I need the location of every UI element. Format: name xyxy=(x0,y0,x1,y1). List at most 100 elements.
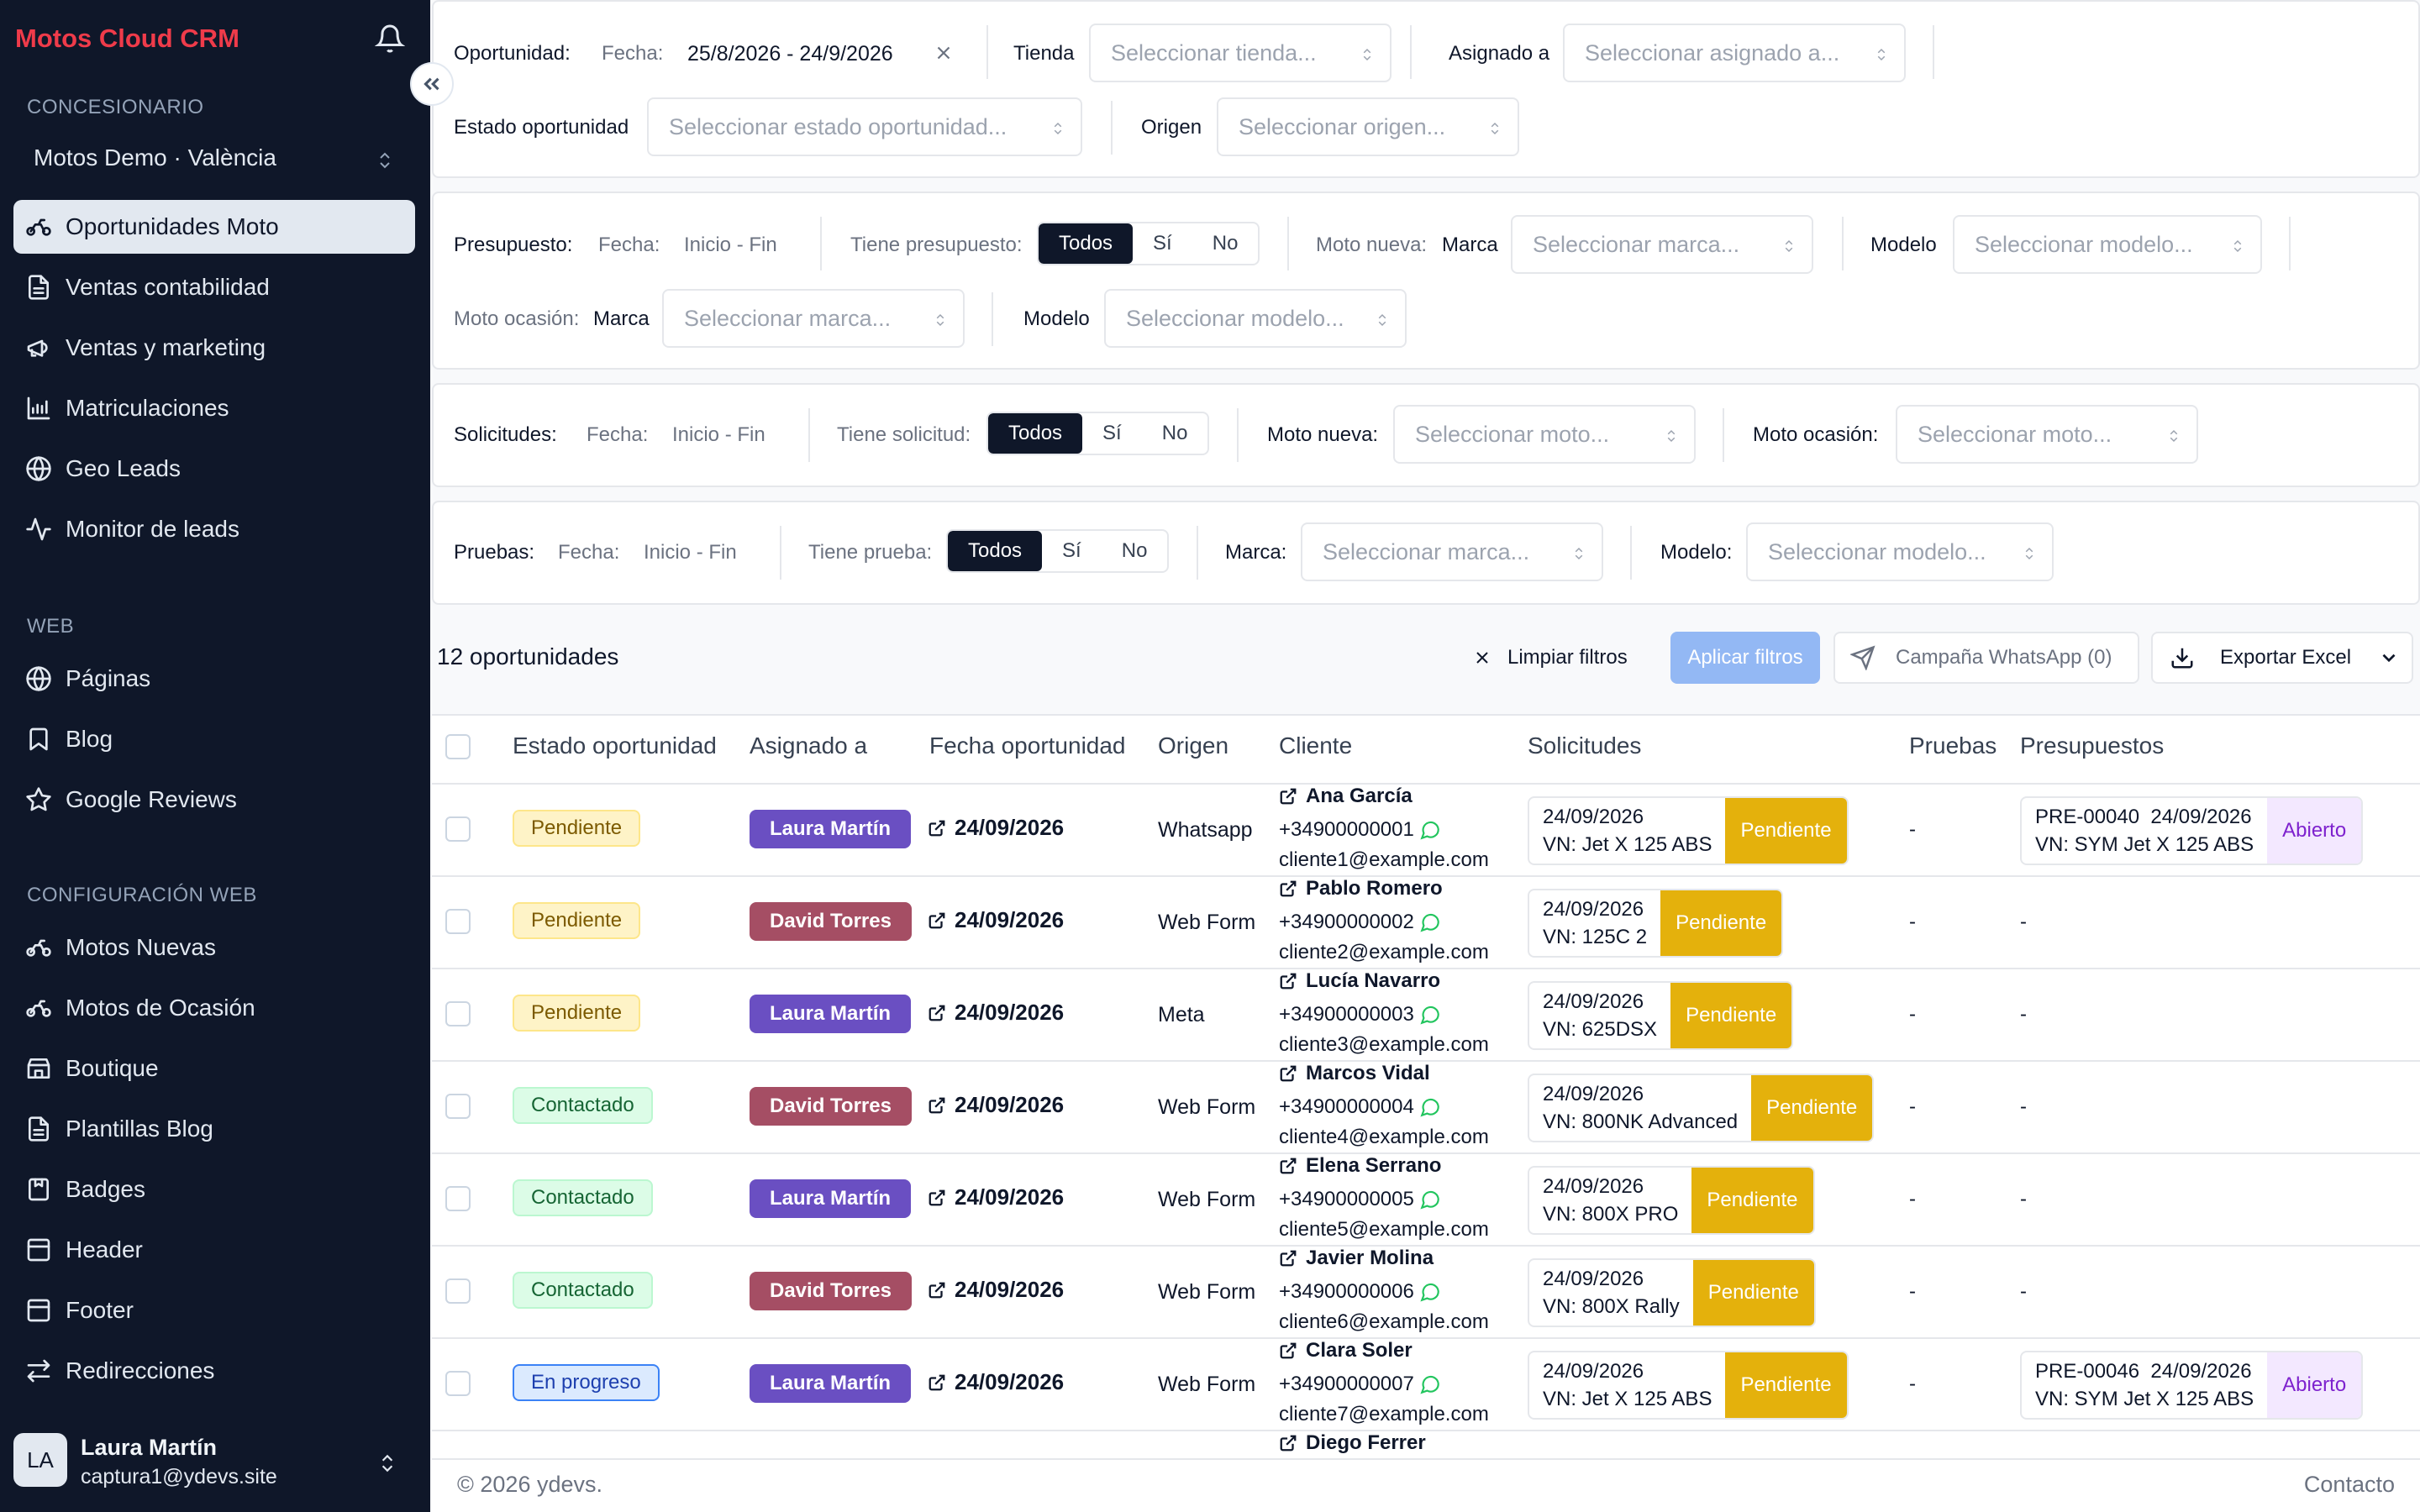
apply-filters-button[interactable]: Aplicar filtros xyxy=(1670,632,1820,684)
sidebar-item[interactable]: Google Reviews xyxy=(13,773,415,827)
test-brand-select[interactable]: Seleccionar marca... xyxy=(1301,522,1603,581)
table-row[interactable]: Pendiente David Torres 24/09/2026 Web Form P… xyxy=(432,875,2420,968)
contact-link[interactable]: Contacto xyxy=(2304,1472,2395,1498)
column-header[interactable]: Fecha oportunidad xyxy=(929,732,1126,759)
opportunity-date-link[interactable]: 24/09/2026 xyxy=(928,1092,1064,1118)
column-header[interactable]: Origen xyxy=(1158,732,1228,759)
origin-select[interactable]: Seleccionar origen... xyxy=(1217,97,1519,156)
date-range-value[interactable]: Inicio - Fin xyxy=(644,541,737,564)
column-header[interactable]: Asignado a xyxy=(750,732,867,759)
external-link-icon[interactable] xyxy=(928,1004,946,1022)
whatsapp-icon[interactable] xyxy=(1419,1373,1441,1395)
budget-card[interactable]: PRE-00040 24/09/2026 VN: SYM Jet X 125 AB… xyxy=(2020,796,2364,865)
row-checkbox[interactable] xyxy=(445,1186,471,1211)
sidebar-item[interactable]: Ventas contabilidad xyxy=(13,260,415,314)
request-card[interactable]: 24/09/2026 VN: Jet X 125 ABS Pendiente xyxy=(1528,1351,1849,1420)
whatsapp-icon[interactable] xyxy=(1419,1189,1441,1210)
used-moto-select[interactable]: Seleccionar moto... xyxy=(1896,405,2198,464)
client-name-link[interactable]: Elena Serrano xyxy=(1279,1154,1441,1178)
sidebar-item[interactable]: Header xyxy=(13,1223,415,1277)
collapse-sidebar-button[interactable] xyxy=(410,62,454,106)
request-card[interactable]: 24/09/2026 VN: 800X Rally Pendiente xyxy=(1528,1258,1816,1327)
whatsapp-icon[interactable] xyxy=(1419,1004,1441,1026)
select-all-checkbox[interactable] xyxy=(445,734,471,759)
external-link-icon[interactable] xyxy=(1279,787,1297,806)
store-select[interactable]: Seleccionar tienda... xyxy=(1089,24,1392,82)
date-range-value[interactable]: 25/8/2026 - 24/9/2026 xyxy=(687,42,893,66)
used-model-select[interactable]: Seleccionar modelo... xyxy=(1104,289,1407,348)
whatsapp-icon[interactable] xyxy=(1419,819,1441,841)
opportunity-date-link[interactable]: 24/09/2026 xyxy=(928,1000,1064,1026)
date-range-value[interactable]: Inicio - Fin xyxy=(684,234,777,257)
row-checkbox[interactable] xyxy=(445,1094,471,1119)
sidebar-item[interactable]: Motos Nuevas xyxy=(13,921,415,974)
table-row[interactable]: En progreso Laura Martín 24/09/2026 Web For… xyxy=(432,1337,2420,1430)
table-row[interactable]: Contactado David Torres 24/09/2026 Web Form… xyxy=(432,1245,2420,1337)
request-card[interactable]: 24/09/2026 VN: 625DSX Pendiente xyxy=(1528,981,1794,1050)
request-card[interactable]: 24/09/2026 VN: 125C 2 Pendiente xyxy=(1528,889,1784,958)
option-no[interactable]: No xyxy=(1192,223,1259,264)
option-yes[interactable]: Sí xyxy=(1082,413,1142,454)
row-checkbox[interactable] xyxy=(445,1371,471,1396)
whatsapp-icon[interactable] xyxy=(1419,911,1441,933)
new-moto-select[interactable]: Seleccionar moto... xyxy=(1393,405,1696,464)
opportunity-date-link[interactable]: 24/09/2026 xyxy=(928,815,1064,841)
client-name-link[interactable]: Ana García xyxy=(1279,785,1413,808)
row-checkbox[interactable] xyxy=(445,1001,471,1026)
option-no[interactable]: No xyxy=(1102,531,1168,571)
client-name-link[interactable]: Diego Ferrer xyxy=(1279,1431,1426,1455)
external-link-icon[interactable] xyxy=(928,911,946,930)
whatsapp-icon[interactable] xyxy=(1419,1096,1441,1118)
option-yes[interactable]: Sí xyxy=(1133,223,1192,264)
bell-icon[interactable] xyxy=(375,24,405,54)
column-header[interactable]: Estado oportunidad xyxy=(513,732,717,759)
external-link-icon[interactable] xyxy=(1279,879,1297,898)
opportunity-date-link[interactable]: 24/09/2026 xyxy=(928,1369,1064,1395)
row-checkbox[interactable] xyxy=(445,909,471,934)
option-all[interactable]: Todos xyxy=(1039,223,1134,264)
option-all[interactable]: Todos xyxy=(988,413,1083,454)
export-excel-button[interactable]: Exportar Excel xyxy=(2151,632,2413,684)
external-link-icon[interactable] xyxy=(1279,1434,1297,1452)
external-link-icon[interactable] xyxy=(1279,1341,1297,1360)
client-name-link[interactable]: Clara Soler xyxy=(1279,1339,1413,1362)
assigned-select[interactable]: Seleccionar asignado a... xyxy=(1563,24,1906,82)
external-link-icon[interactable] xyxy=(928,1189,946,1207)
external-link-icon[interactable] xyxy=(1279,1249,1297,1268)
table-row[interactable]: Contactado Laura Martín 24/09/2026 Web Form… xyxy=(432,1152,2420,1245)
dealer-selector[interactable]: Motos Demo · València xyxy=(34,144,395,178)
sidebar-item[interactable]: Monitor de leads xyxy=(13,502,415,556)
clear-filters-button[interactable]: Limpiar filtros xyxy=(1472,632,1628,684)
table-row[interactable]: Diego Ferrer xyxy=(432,1430,2420,1458)
external-link-icon[interactable] xyxy=(928,1281,946,1299)
request-card[interactable]: 24/09/2026 VN: Jet X 125 ABS Pendiente xyxy=(1528,796,1849,865)
date-range-value[interactable]: Inicio - Fin xyxy=(672,423,765,447)
client-name-link[interactable]: Pablo Romero xyxy=(1279,877,1443,900)
external-link-icon[interactable] xyxy=(1279,1064,1297,1083)
external-link-icon[interactable] xyxy=(928,1373,946,1392)
new-model-select[interactable]: Seleccionar modelo... xyxy=(1953,215,2262,274)
sidebar-item[interactable]: Redirecciones xyxy=(13,1344,415,1398)
close-icon[interactable] xyxy=(933,42,955,64)
column-header[interactable]: Solicitudes xyxy=(1528,732,1641,759)
option-no[interactable]: No xyxy=(1142,413,1208,454)
has-request-toggle[interactable]: Todos Sí No xyxy=(986,412,1210,455)
sidebar-item[interactable]: Matriculaciones xyxy=(13,381,415,435)
external-link-icon[interactable] xyxy=(1279,972,1297,990)
external-link-icon[interactable] xyxy=(1279,1157,1297,1175)
sidebar-item[interactable]: Footer xyxy=(13,1284,415,1337)
opportunity-date-link[interactable]: 24/09/2026 xyxy=(928,1184,1064,1210)
option-all[interactable]: Todos xyxy=(948,531,1043,571)
test-model-select[interactable]: Seleccionar modelo... xyxy=(1746,522,2054,581)
sidebar-item[interactable]: Plantillas Blog xyxy=(13,1102,415,1156)
option-yes[interactable]: Sí xyxy=(1042,531,1102,571)
external-link-icon[interactable] xyxy=(928,819,946,837)
whatsapp-campaign-button[interactable]: Campaña WhatsApp (0) xyxy=(1833,632,2139,684)
column-header[interactable]: Pruebas xyxy=(1909,732,1996,759)
new-brand-select[interactable]: Seleccionar marca... xyxy=(1511,215,1813,274)
request-card[interactable]: 24/09/2026 VN: 800NK Advanced Pendiente xyxy=(1528,1074,1875,1142)
table-row[interactable]: Contactado David Torres 24/09/2026 Web Form… xyxy=(432,1060,2420,1152)
sidebar-item[interactable]: Badges xyxy=(13,1163,415,1216)
table-row[interactable]: Pendiente Laura Martín 24/09/2026 Whatsapp A… xyxy=(432,783,2420,875)
budget-card[interactable]: PRE-00046 24/09/2026 VN: SYM Jet X 125 AB… xyxy=(2020,1351,2364,1420)
